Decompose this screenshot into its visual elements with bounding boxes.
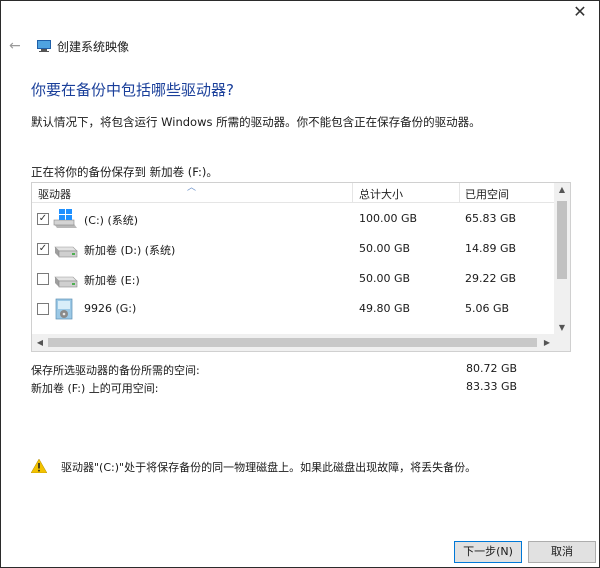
drive-checkbox[interactable]: ✓ <box>37 243 49 255</box>
scroll-left-icon[interactable]: ◀ <box>32 334 48 351</box>
scroll-down-icon[interactable]: ▼ <box>554 321 570 335</box>
drive-total-size: 50.00 GB <box>359 272 411 285</box>
drive-checkbox[interactable] <box>37 303 49 315</box>
drive-used-space: 5.06 GB <box>465 302 510 315</box>
drive-checkbox[interactable] <box>37 273 49 285</box>
vertical-scrollbar[interactable]: ▲ ▼ <box>554 183 570 335</box>
scroll-right-icon[interactable]: ▶ <box>539 334 555 351</box>
column-header-drive[interactable]: 驱动器 <box>38 186 71 202</box>
table-row[interactable]: 新加卷 (E:) 50.00 GB 29.22 GB <box>32 264 555 294</box>
warning-icon <box>31 459 47 473</box>
hard-drive-icon <box>54 276 78 288</box>
column-header-total-size[interactable]: 总计大小 <box>359 186 403 202</box>
drive-used-space: 29.22 GB <box>465 272 517 285</box>
required-space-label: 保存所选驱动器的备份所需的空间: <box>31 364 200 377</box>
required-space-value: 80.72 GB <box>466 362 518 375</box>
available-space-label: 新加卷 (F:) 上的可用空间: <box>31 382 159 395</box>
drive-name: 9926 (G:) <box>84 302 137 315</box>
drive-list: 驱动器 ︿ 总计大小 已用空间 ✓ (C:) (系统) 100.00 GB 65… <box>31 182 571 352</box>
column-divider[interactable] <box>352 183 353 203</box>
table-row[interactable]: 9926 (G:) 49.80 GB 5.06 GB <box>32 294 555 324</box>
horizontal-scrollbar[interactable]: ◀ ▶ <box>32 334 570 351</box>
scrollbar-corner <box>554 334 570 351</box>
warning-message: 驱动器"(C:)"处于将保存备份的同一物理磁盘上。如果此磁盘出现故障，将丢失备份… <box>61 461 477 474</box>
drive-name: (C:) (系统) <box>84 214 139 227</box>
wizard-header: ← 创建系统映像 <box>1 31 599 63</box>
table-header: 驱动器 ︿ 总计大小 已用空间 <box>32 183 555 203</box>
drive-name: 新加卷 (D:) (系统) <box>84 244 176 257</box>
hard-drive-icon <box>54 246 78 258</box>
scroll-up-icon[interactable]: ▲ <box>554 183 570 197</box>
window-title: 创建系统映像 <box>57 40 130 54</box>
title-bar: ✕ <box>1 1 599 31</box>
drive-total-size: 100.00 GB <box>359 212 418 225</box>
column-divider[interactable] <box>459 183 460 203</box>
page-description: 默认情况下，将包含运行 Windows 所需的驱动器。你不能包含正在保存备份的驱… <box>31 115 481 129</box>
table-row[interactable]: ✓ (C:) (系统) 100.00 GB 65.83 GB <box>32 204 555 234</box>
drive-total-size: 49.80 GB <box>359 302 411 315</box>
dialog-window: ✕ ← 创建系统映像 你要在备份中包括哪些驱动器? 默认情况下，将包含运行 Wi… <box>0 0 600 568</box>
vertical-scroll-thumb[interactable] <box>557 201 567 279</box>
page-heading: 你要在备份中包括哪些驱动器? <box>31 81 234 99</box>
back-arrow-icon[interactable]: ← <box>9 38 21 54</box>
next-button[interactable]: 下一步(N) <box>454 541 522 563</box>
drive-checkbox[interactable]: ✓ <box>37 213 49 225</box>
available-space-value: 83.33 GB <box>466 380 518 393</box>
horizontal-scroll-thumb[interactable] <box>48 338 537 347</box>
column-header-used-space[interactable]: 已用空间 <box>465 186 509 202</box>
table-row[interactable]: ✓ 新加卷 (D:) (系统) 50.00 GB 14.89 GB <box>32 234 555 264</box>
system-image-icon <box>37 40 51 52</box>
windows-drive-icon <box>53 209 77 228</box>
dvd-drive-icon <box>55 298 73 320</box>
save-destination-text: 正在将你的备份保存到 新加卷 (F:)。 <box>31 165 218 179</box>
sort-indicator-icon: ︿ <box>187 183 197 193</box>
drive-total-size: 50.00 GB <box>359 242 411 255</box>
drive-used-space: 14.89 GB <box>465 242 517 255</box>
drive-name: 新加卷 (E:) <box>84 274 140 287</box>
cancel-button[interactable]: 取消 <box>528 541 596 563</box>
drive-used-space: 65.83 GB <box>465 212 517 225</box>
close-icon[interactable]: ✕ <box>571 3 589 21</box>
